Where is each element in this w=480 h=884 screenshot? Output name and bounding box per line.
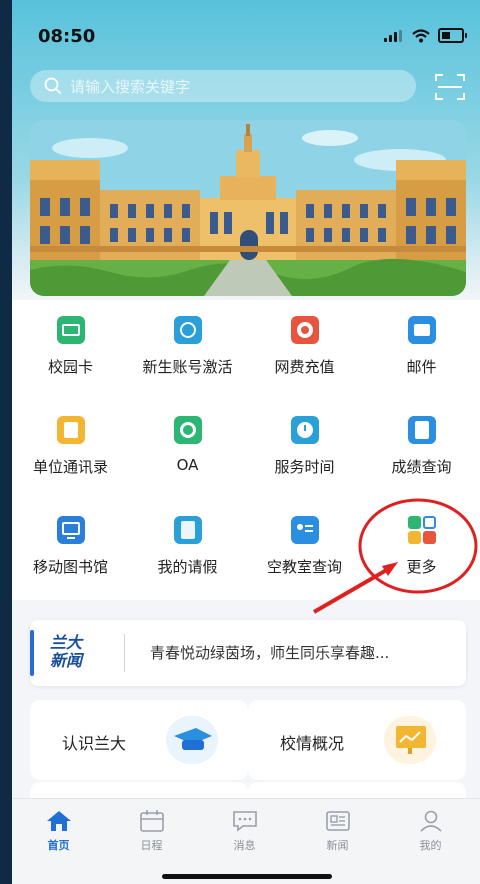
phone-screen: 08:50 请输入搜索关键字 校园卡 新生账号激活 网费充值 邮件 单位通讯录 … xyxy=(12,0,480,884)
network-fee-icon xyxy=(290,316,319,344)
news-icon xyxy=(325,811,350,831)
campus-card-icon xyxy=(56,316,85,344)
grid-item-network-fee[interactable]: 网费充值 xyxy=(246,300,363,400)
directory-icon xyxy=(56,416,85,444)
account-activation-icon xyxy=(173,316,202,344)
bottom-tab-bar: 首页 日程 消息 新闻 我的 xyxy=(12,798,480,884)
profile-icon xyxy=(419,810,442,832)
card-about-university[interactable]: 认识兰大 xyxy=(30,700,248,780)
tab-messages[interactable]: 消息 xyxy=(198,809,291,853)
battery-icon xyxy=(438,28,467,43)
card-university-overview[interactable]: 校情概况 xyxy=(248,700,466,780)
card-peek xyxy=(30,782,248,798)
grid-item-directory[interactable]: 单位通讯录 xyxy=(12,400,129,500)
news-ticker[interactable]: 兰大 新闻 青春悦动绿茵场，师生同乐享春趣... xyxy=(30,620,466,686)
calendar-icon xyxy=(139,810,164,832)
status-time: 08:50 xyxy=(38,26,96,47)
search-placeholder: 请输入搜索关键字 xyxy=(70,77,191,96)
annotation-highlight xyxy=(312,498,478,614)
tab-home[interactable]: 首页 xyxy=(12,809,105,853)
home-icon xyxy=(46,811,71,831)
card-peek xyxy=(248,782,466,798)
grid-item-campus-card[interactable]: 校园卡 xyxy=(12,300,129,400)
grid-item-library[interactable]: 移动图书馆 xyxy=(12,500,129,600)
news-headline[interactable]: 青春悦动绿茵场，师生同乐享春趣... xyxy=(150,642,389,663)
grid-item-leave-request[interactable]: 我的请假 xyxy=(129,500,246,600)
tab-profile[interactable]: 我的 xyxy=(384,809,477,853)
wifi-icon xyxy=(412,28,430,42)
home-indicator xyxy=(162,874,332,879)
mail-icon xyxy=(407,316,436,344)
grid-item-oa[interactable]: OA xyxy=(129,400,246,500)
news-logo: 兰大 新闻 xyxy=(50,633,83,670)
campus-banner[interactable] xyxy=(30,120,466,296)
grid-item-account-activation[interactable]: 新生账号激活 xyxy=(129,300,246,400)
message-icon xyxy=(232,811,257,832)
leave-request-icon xyxy=(173,516,202,544)
oa-icon xyxy=(173,416,202,444)
library-icon xyxy=(56,516,85,544)
grades-icon xyxy=(407,416,436,444)
news-accent-bar xyxy=(30,630,34,676)
status-icons xyxy=(384,28,467,43)
search-icon xyxy=(44,77,62,95)
scan-icon[interactable] xyxy=(434,72,466,102)
grid-item-mail[interactable]: 邮件 xyxy=(363,300,480,400)
service-time-icon xyxy=(290,416,319,444)
search-input[interactable]: 请输入搜索关键字 xyxy=(30,70,416,102)
signal-icon xyxy=(384,29,404,42)
campus-building-illustration xyxy=(30,120,466,296)
grid-item-grades[interactable]: 成绩查询 xyxy=(363,400,480,500)
tab-calendar[interactable]: 日程 xyxy=(105,809,198,853)
news-divider xyxy=(124,634,125,672)
graduation-cap-icon xyxy=(166,716,218,764)
presentation-board-icon xyxy=(384,716,436,764)
tab-news[interactable]: 新闻 xyxy=(291,809,384,853)
grid-item-service-time[interactable]: 服务时间 xyxy=(246,400,363,500)
